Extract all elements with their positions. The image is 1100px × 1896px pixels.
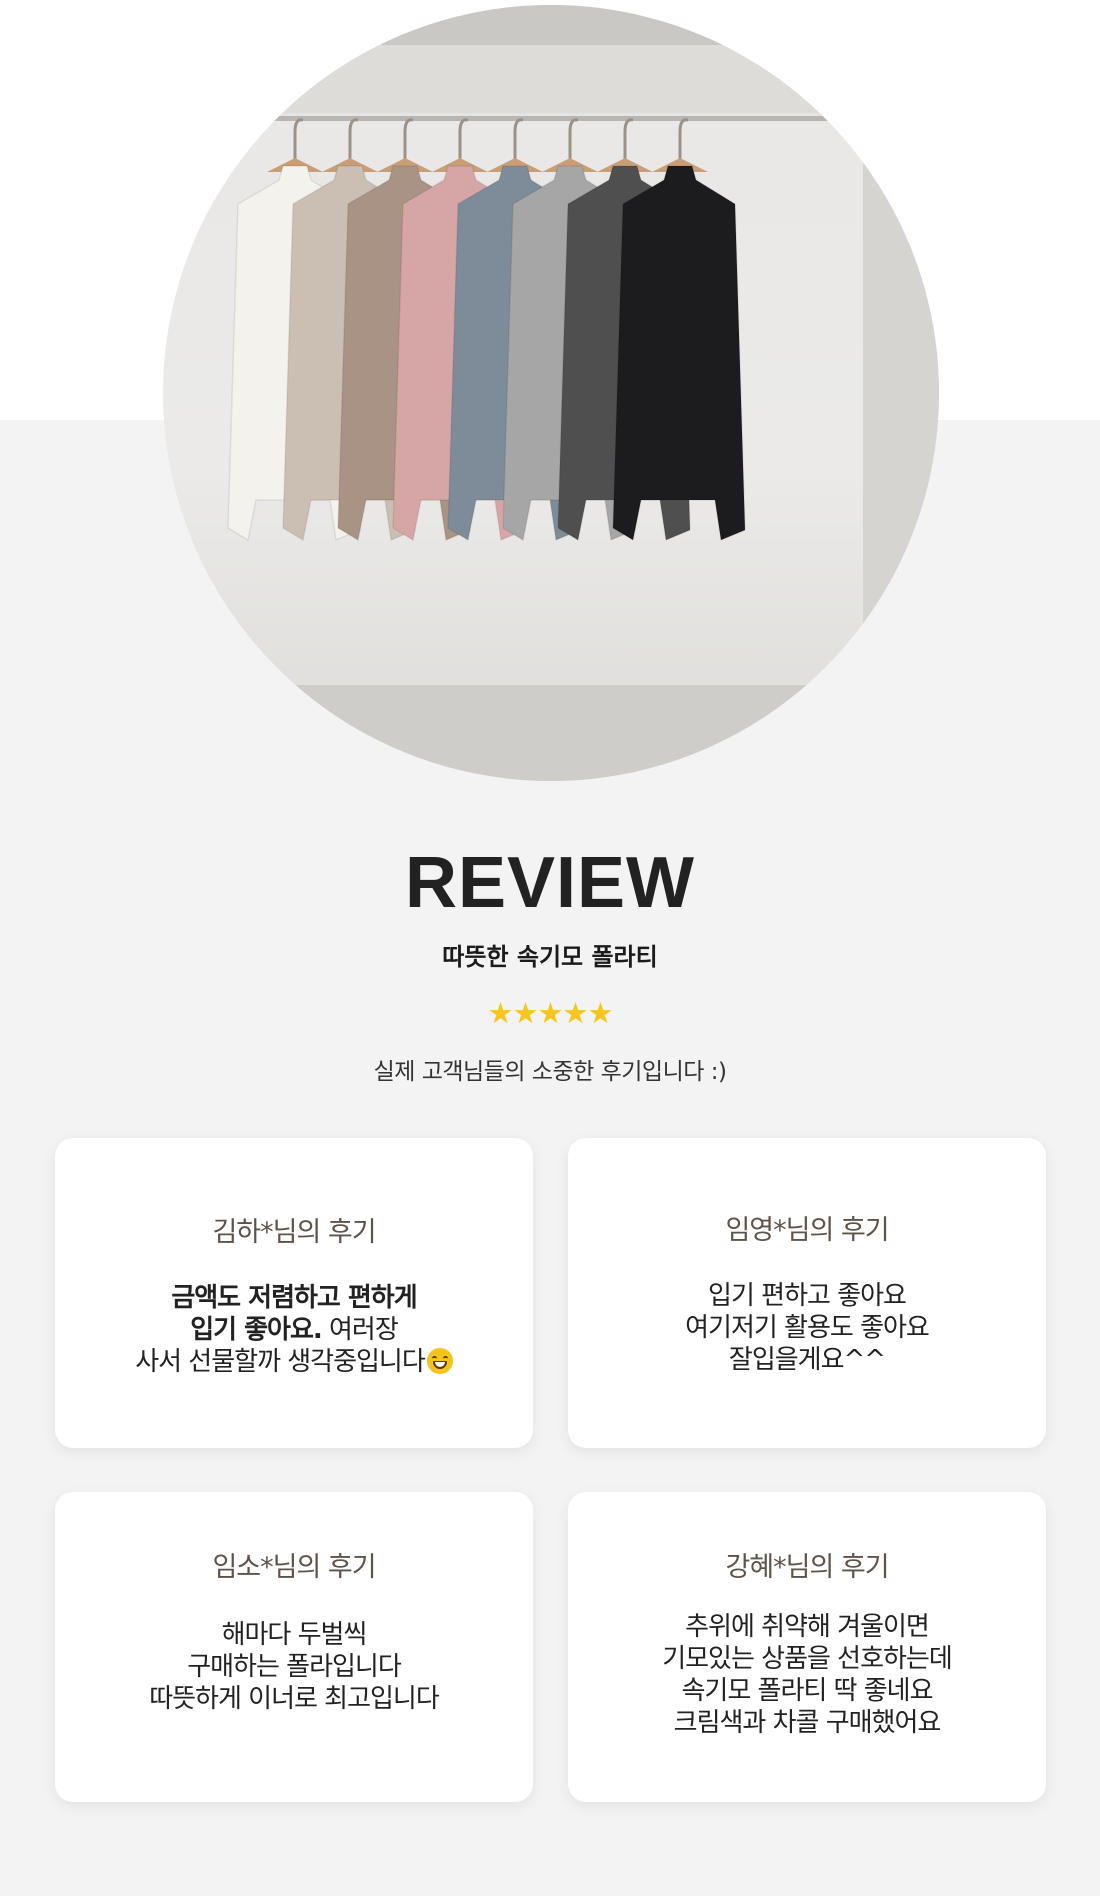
review-author: 임소*님의 후기 xyxy=(212,1552,376,1583)
hanging-shirts-illustration xyxy=(163,5,939,781)
product-hero-image xyxy=(163,5,939,781)
review-card: 임영*님의 후기 입기 편하고 좋아요 여기저기 활용도 좋아요 잘입을게요^^ xyxy=(568,1138,1046,1448)
closet-wall-upper xyxy=(163,45,939,115)
review-author: 강혜*님의 후기 xyxy=(725,1552,889,1583)
review-line: 해마다 두벌씩 xyxy=(221,1620,368,1650)
review-text: 해마다 두벌씩 구매하는 폴라입니다 따뜻하게 이너로 최고입니다 xyxy=(55,1619,533,1715)
shirt-group xyxy=(227,118,746,542)
review-card: 강혜*님의 후기 추위에 취약해 겨울이면 기모있는 상품을 선호하는데 속기모… xyxy=(568,1492,1046,1802)
review-text: 입기 편하고 좋아요 여기저기 활용도 좋아요 잘입을게요^^ xyxy=(568,1280,1046,1376)
hanger-hook xyxy=(513,118,524,162)
closet-side-wall xyxy=(863,45,939,685)
review-line: 입기 좋아요. xyxy=(190,1315,323,1345)
hanger-hook xyxy=(678,118,689,162)
product-name: 따뜻한 속기모 폴라티 xyxy=(442,943,658,971)
review-line: 잘입을게요^^ xyxy=(728,1345,886,1375)
review-line: 추위에 취약해 겨울이면 xyxy=(685,1612,930,1642)
review-line: 크림색과 차콜 구매했어요 xyxy=(673,1708,942,1738)
review-line: 속기모 폴라티 딱 좋네요 xyxy=(681,1676,934,1706)
hanger-hook xyxy=(403,118,414,162)
review-line: 구매하는 폴라입니다 xyxy=(187,1652,402,1682)
review-line: 따뜻하게 이너로 최고입니다 xyxy=(149,1684,440,1714)
review-description: 실제 고객님들의 소중한 후기입니다 :) xyxy=(373,1059,727,1085)
review-line: 입기 편하고 좋아요 xyxy=(708,1281,907,1311)
review-card: 임소*님의 후기 해마다 두벌씩 구매하는 폴라입니다 따뜻하게 이너로 최고입… xyxy=(55,1492,533,1802)
hanger-hook xyxy=(293,118,304,162)
review-text: 추위에 취약해 겨울이면 기모있는 상품을 선호하는데 속기모 폴라티 딱 좋네… xyxy=(568,1611,1046,1739)
hanger-hook xyxy=(568,118,579,162)
hanger-hook xyxy=(623,118,634,162)
closet-floor xyxy=(163,685,939,781)
review-line: 기모있는 상품을 선호하는데 xyxy=(662,1644,953,1674)
closet-shelf xyxy=(163,5,939,45)
grinning-face-emoji-icon xyxy=(426,1348,453,1374)
turtleneck-shirt xyxy=(612,165,746,542)
review-line: 사서 선물할까 생각중입니다 xyxy=(135,1347,426,1377)
star-rating: ★★★★★ xyxy=(487,996,614,1030)
review-author: 임영*님의 후기 xyxy=(725,1215,889,1246)
review-line: 여러장 xyxy=(321,1315,399,1345)
review-author: 김하*님의 후기 xyxy=(212,1217,376,1248)
hanger-hook xyxy=(458,118,469,162)
review-text: 금액도 저렴하고 편하게 입기 좋아요. 여러장 사서 선물할까 생각중입니다 xyxy=(55,1282,533,1378)
review-line: 여기저기 활용도 좋아요 xyxy=(685,1313,930,1343)
review-line: 금액도 저렴하고 편하게 xyxy=(171,1283,417,1313)
review-card: 김하*님의 후기 금액도 저렴하고 편하게 입기 좋아요. 여러장 사서 선물할… xyxy=(55,1138,533,1448)
hanger-hook xyxy=(348,118,359,162)
page-title: REVIEW xyxy=(404,843,696,923)
